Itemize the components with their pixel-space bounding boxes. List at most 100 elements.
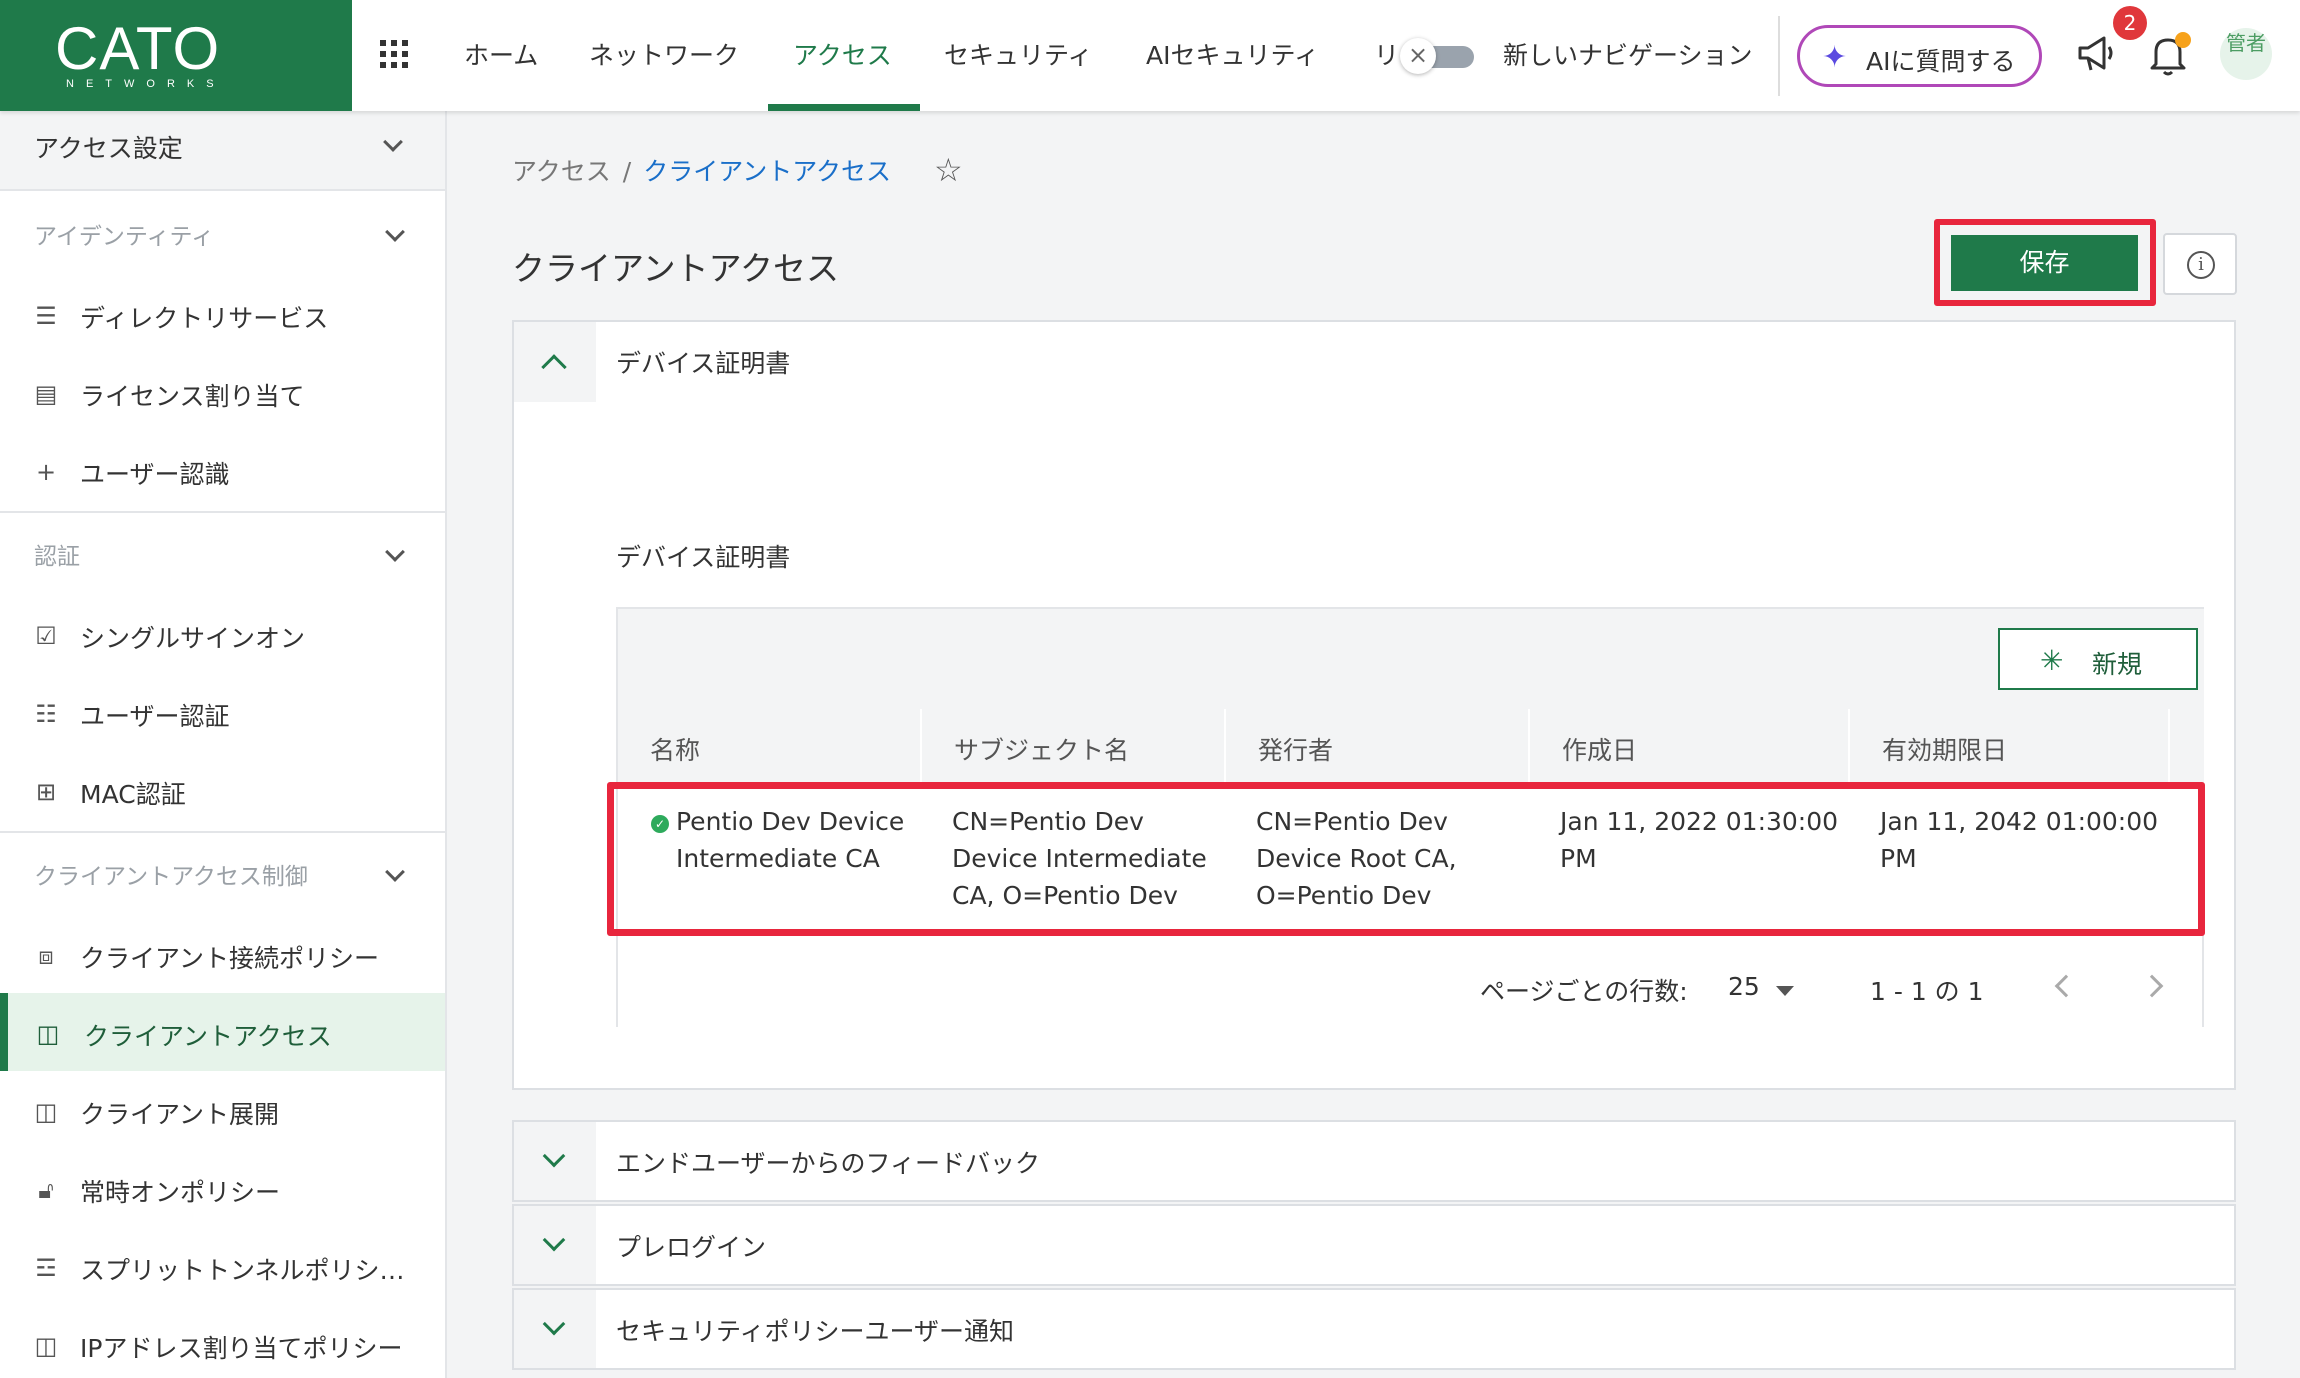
sidebar: アクセス設定 アイデンティティ ☰ ディレクトリサービス ▤ ライセンス割り当て… [0, 111, 447, 1378]
expand-toggle[interactable] [514, 1206, 596, 1284]
sidebar-item-client-access[interactable]: ◫ クライアントアクセス [0, 993, 445, 1071]
notification-count-badge: 2 [2113, 6, 2147, 40]
ask-ai-button[interactable]: ✦ AIに質問する [1797, 25, 2042, 87]
sidebar-item-always-on-policy[interactable]: 🔓︎ 常時オンポリシー [0, 1149, 445, 1227]
panel-title[interactable]: デバイス証明書 [616, 344, 790, 380]
nav-ai-security[interactable]: AIセキュリティ [1146, 36, 1319, 72]
logo-subtext: NETWORKS [66, 78, 226, 90]
breadcrumb-separator: / [622, 157, 632, 186]
collapse-toggle[interactable] [514, 322, 596, 402]
star-icon[interactable]: ☆ [934, 151, 963, 189]
column-header-issuer[interactable]: 発行者 [1226, 709, 1530, 789]
new-navigation-toggle[interactable]: × [1400, 38, 1480, 74]
cell-line: CN=Pentio Dev [1256, 807, 1448, 836]
sidebar-item-label: クライアントアクセス [84, 1022, 332, 1051]
sidebar-item-license-assignment[interactable]: ▤ ライセンス割り当て [0, 353, 445, 431]
section-authentication[interactable]: 認証 [34, 537, 80, 571]
sidebar-item-label: シングルサインオン [80, 624, 306, 653]
sidebar-item-label: ユーザー認証 [80, 702, 230, 731]
divider [0, 511, 445, 513]
close-icon: × [1400, 38, 1436, 74]
plus-icon: + [35, 458, 57, 486]
sidebar-item-label: MAC認証 [80, 780, 186, 809]
divider [0, 831, 445, 833]
chevron-down-icon [542, 1228, 566, 1252]
caret-down-icon[interactable] [1776, 986, 1794, 996]
sidebar-item-label: クライアント接続ポリシー [80, 944, 380, 973]
cell-line: CN=Pentio Dev [952, 807, 1144, 836]
accordion-label: エンドユーザーからのフィードバック [616, 1149, 1041, 1178]
checkbox-icon: ☑ [35, 622, 57, 650]
chevron-down-icon [383, 132, 403, 152]
accordion-security-policy-notification[interactable]: セキュリティポリシーユーザー通知 [512, 1288, 2236, 1370]
cell-line: Jan 11, 2042 01:00:00 [1880, 807, 2159, 836]
new-certificate-button[interactable]: ✳ 新規 [1998, 628, 2198, 690]
info-button[interactable]: i [2163, 233, 2237, 295]
chevron-down-icon [542, 1144, 566, 1168]
chevron-down-icon[interactable] [385, 542, 405, 562]
chevron-down-icon [542, 1312, 566, 1336]
sidebar-item-mac-authentication[interactable]: ⊞ MAC認証 [0, 751, 445, 829]
nav-home[interactable]: ホーム [464, 36, 538, 72]
table-cell-name[interactable]: Pentio Dev Device Intermediate CA [676, 803, 904, 877]
access-settings-header[interactable]: アクセス設定 [0, 111, 445, 191]
page-title: クライアントアクセス [512, 249, 840, 288]
nav-network[interactable]: ネットワーク [589, 36, 739, 72]
section-identity[interactable]: アイデンティティ [34, 217, 214, 251]
cell-line: PM [1880, 844, 1917, 873]
section-client-access-control[interactable]: クライアントアクセス制御 [34, 857, 308, 891]
chevron-down-icon[interactable] [385, 222, 405, 242]
sidebar-item-label: クライアント展開 [80, 1100, 280, 1129]
table-cell-subject: CN=Pentio Dev Device Intermediate CA, O=… [952, 803, 1207, 914]
sidebar-item-ip-allocation-policy[interactable]: ◫ IPアドレス割り当てポリシー [0, 1305, 445, 1378]
cato-logo[interactable]: CATO NETWORKS [0, 0, 352, 111]
sidebar-item-single-sign-on[interactable]: ☑ シングルサインオン [0, 595, 445, 673]
sidebar-item-label: ライセンス割り当て [80, 382, 305, 411]
chevron-down-icon[interactable] [385, 862, 405, 882]
nav-access[interactable]: アクセス [793, 36, 892, 72]
nav-truncated-item[interactable]: リ [1374, 36, 1399, 72]
top-bar: CATO NETWORKS ホーム ネットワーク アクセス セキュリティ AIセ… [0, 0, 2300, 111]
table-header: 名称 サブジェクト名 発行者 作成日 有効期限日 [618, 709, 2204, 789]
sidebar-item-client-deployment[interactable]: ◫ クライアント展開 [0, 1071, 445, 1149]
section-title: デバイス証明書 [616, 543, 791, 572]
sidebar-item-label: 常時オンポリシー [80, 1178, 281, 1207]
sidebar-item-client-connection-policy[interactable]: ⧈ クライアント接続ポリシー [0, 915, 445, 993]
sparkle-icon: ✦ [1822, 40, 1848, 75]
column-header-expires[interactable]: 有効期限日 [1850, 709, 2170, 789]
chevron-up-icon [541, 354, 567, 380]
sidebar-item-user-authentication[interactable]: ☷ ユーザー認証 [0, 673, 445, 751]
expand-toggle[interactable] [514, 1122, 596, 1200]
column-header-name[interactable]: 名称 [618, 709, 922, 789]
layout-icon: ◫ [36, 1020, 60, 1048]
save-button[interactable]: 保存 [1951, 235, 2138, 291]
license-icon: ▤ [34, 380, 58, 408]
lock-icon: 🔓︎ [38, 1176, 54, 1204]
column-header-created[interactable]: 作成日 [1530, 709, 1850, 789]
apps-grid-icon[interactable] [380, 40, 408, 68]
breadcrumb-current[interactable]: クライアントアクセス [643, 157, 891, 186]
accordion-end-user-feedback[interactable]: エンドユーザーからのフィードバック [512, 1120, 2236, 1202]
active-indicator [0, 993, 8, 1071]
cell-line: CA, O=Pentio Dev [952, 881, 1178, 910]
ask-ai-label: AIに質問する [1866, 47, 2016, 76]
access-settings-label: アクセス設定 [34, 134, 183, 163]
megaphone-icon[interactable] [2076, 34, 2120, 74]
cell-line: O=Pentio Dev [1256, 881, 1432, 910]
grid-icon: ⊞ [35, 778, 57, 806]
rows-per-page-select[interactable]: 25 [1728, 972, 1760, 1001]
column-header-subject[interactable]: サブジェクト名 [922, 709, 1226, 789]
pagination-range: 1 - 1 の 1 [1870, 977, 1984, 1006]
cell-line: PM [1560, 844, 1597, 873]
avatar[interactable]: 管者 [2220, 28, 2272, 80]
expand-toggle[interactable] [514, 1290, 596, 1368]
sidebar-item-split-tunnel-policy[interactable]: ☲ スプリットトンネルポリシ… [0, 1227, 445, 1305]
sidebar-item-directory-service[interactable]: ☰ ディレクトリサービス [0, 275, 445, 353]
new-navigation-label: 新しいナビゲーション [1503, 41, 1753, 70]
sparkle-plus-icon: ✳ [2040, 644, 2064, 677]
breadcrumb-parent[interactable]: アクセス [512, 157, 611, 186]
accordion-pre-logon[interactable]: プレログイン [512, 1204, 2236, 1286]
sidebar-item-user-awareness[interactable]: + ユーザー認識 [0, 431, 445, 509]
nav-security[interactable]: セキュリティ [944, 36, 1093, 72]
split-tunnel-icon: ☲ [35, 1254, 57, 1282]
